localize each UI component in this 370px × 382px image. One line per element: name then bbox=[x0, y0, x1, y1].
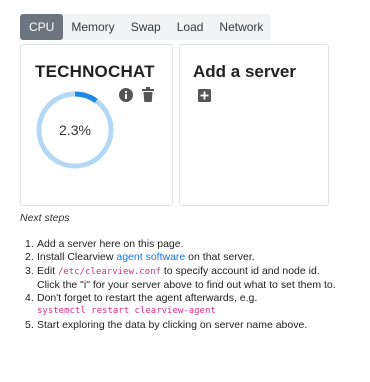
next-steps-list: Add a server here on this page. Install … bbox=[25, 238, 370, 333]
info-icon[interactable] bbox=[119, 88, 133, 102]
step-3-line-2: Click the "i" for your server above to f… bbox=[37, 278, 336, 291]
step-2: Install Clearview agent software on that… bbox=[25, 251, 370, 265]
tab-cpu[interactable]: CPU bbox=[20, 14, 64, 40]
step-2-text-end: on that server. bbox=[185, 251, 255, 264]
tab-load[interactable]: Load bbox=[169, 14, 212, 40]
step-5: Start exploring the data by clicking on … bbox=[25, 318, 370, 333]
plus-square-icon[interactable] bbox=[198, 89, 211, 102]
step-5-text: Start exploring the data by clicking on … bbox=[37, 318, 308, 331]
cpu-value: 2.3% bbox=[59, 122, 91, 138]
step-3-text-end: to specify account id and node id. bbox=[160, 264, 320, 277]
next-steps-title: Next steps bbox=[20, 212, 70, 224]
metric-tabs: CPU Memory Swap Load Network bbox=[20, 14, 272, 40]
step-3-text: Edit bbox=[37, 264, 59, 277]
config-path: /etc/clearview.conf bbox=[58, 266, 161, 277]
step-4: Don't forget to restart the agent afterw… bbox=[25, 292, 370, 319]
step-3: Edit /etc/clearview.conf to specify acco… bbox=[25, 264, 370, 293]
tab-swap[interactable]: Swap bbox=[123, 14, 169, 40]
tab-memory[interactable]: Memory bbox=[63, 14, 122, 40]
add-server-card: Add a server bbox=[179, 44, 329, 206]
step-1: Add a server here on this page. bbox=[25, 238, 370, 252]
add-server-title: Add a server bbox=[193, 62, 296, 81]
server-name[interactable]: TECHNOCHAT bbox=[35, 62, 155, 82]
step-4-text: Don't forget to restart the agent afterw… bbox=[37, 292, 258, 305]
step-1-text: Add a server here on this page. bbox=[37, 238, 184, 250]
agent-software-link[interactable]: agent software bbox=[116, 251, 185, 263]
server-card: TECHNOCHAT 2.3% bbox=[20, 44, 173, 206]
trash-icon[interactable] bbox=[142, 87, 154, 102]
restart-command: systemctl restart clearview-agent bbox=[37, 306, 216, 317]
tab-network[interactable]: Network bbox=[211, 14, 271, 40]
step-2-text: Install Clearview bbox=[37, 251, 117, 264]
